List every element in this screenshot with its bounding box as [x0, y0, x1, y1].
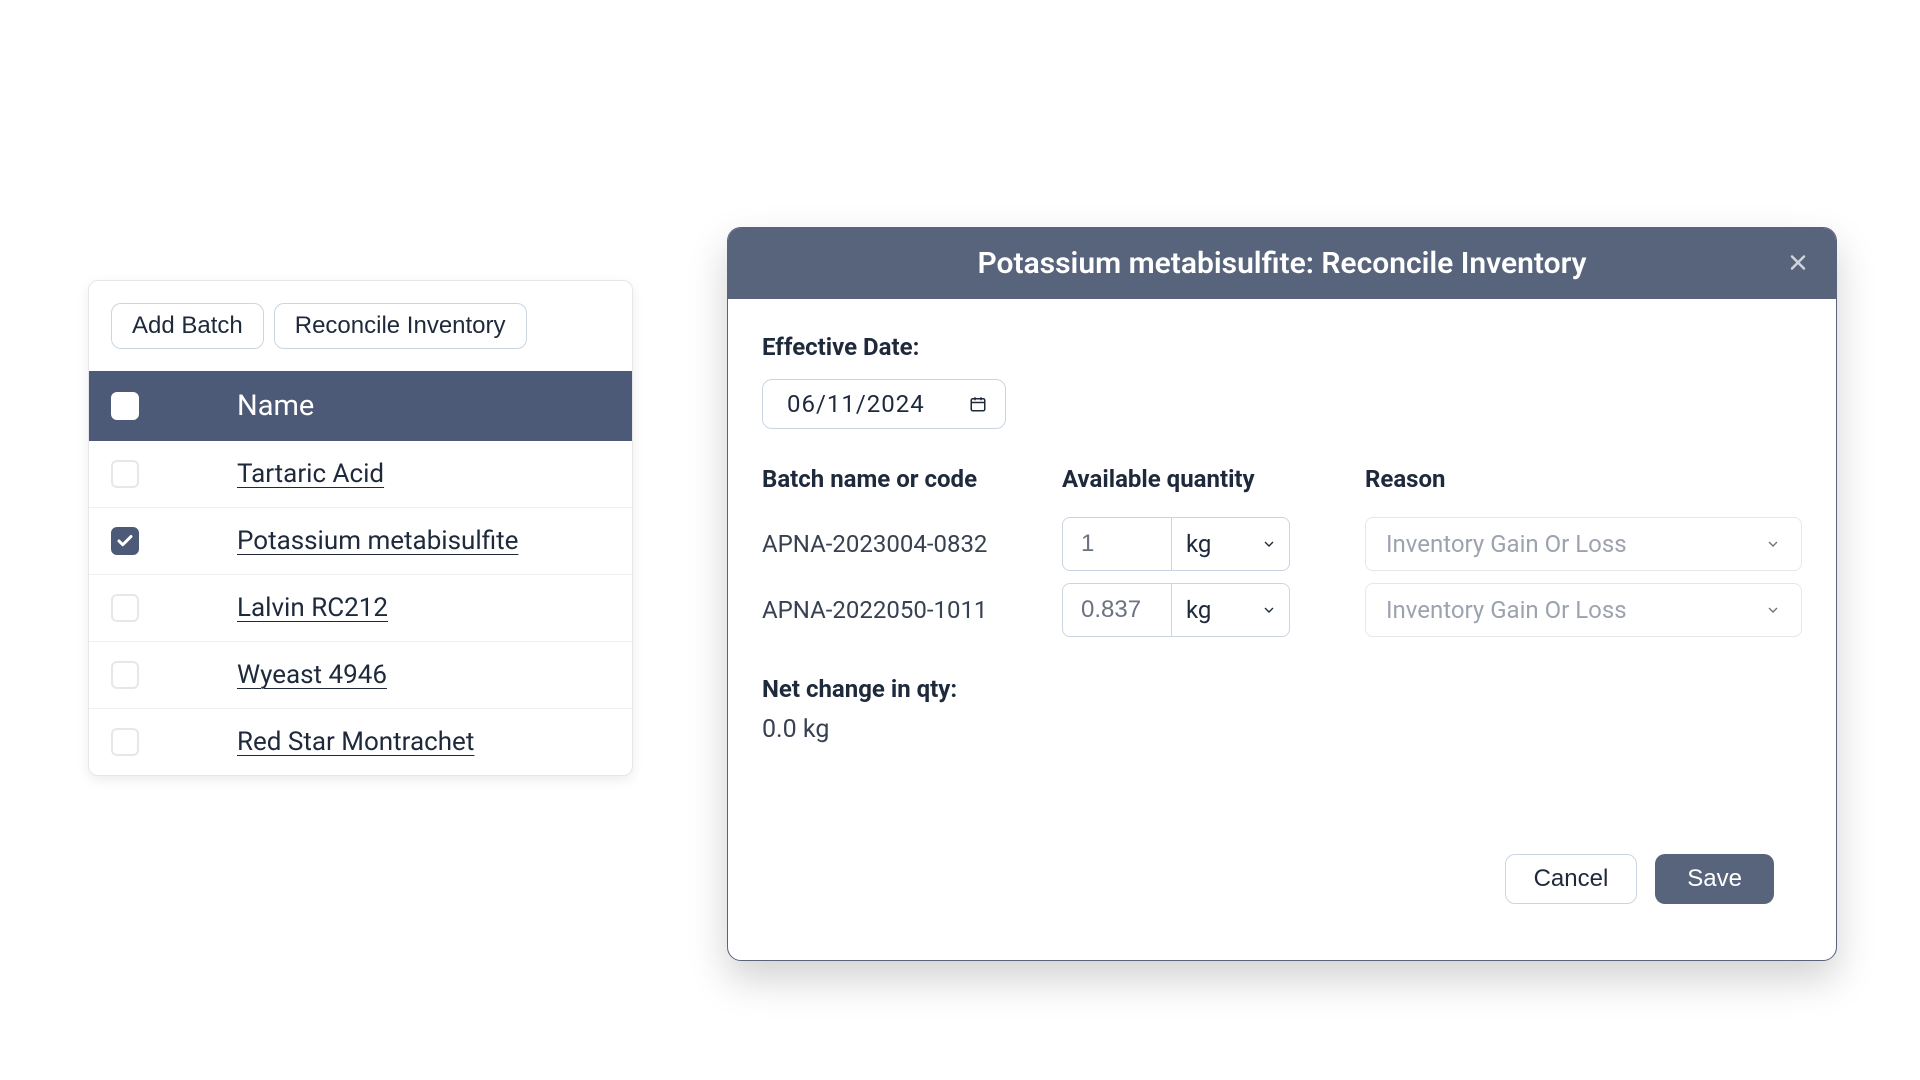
unit-select[interactable]: kg — [1172, 583, 1290, 637]
reason-select[interactable]: Inventory Gain Or Loss — [1365, 583, 1802, 637]
list-item: Red Star Montrachet — [89, 709, 632, 775]
item-name-link[interactable]: Tartaric Acid — [237, 459, 384, 489]
dialog-title: Potassium metabisulfite: Reconcile Inven… — [977, 246, 1586, 281]
column-header-name: Name — [237, 389, 314, 423]
quantity-input[interactable] — [1062, 583, 1172, 637]
column-header-reason: Reason — [1317, 465, 1802, 511]
item-name-link[interactable]: Wyeast 4946 — [237, 660, 387, 690]
list-item: Potassium metabisulfite — [89, 508, 632, 575]
dialog-header: Potassium metabisulfite: Reconcile Inven… — [728, 228, 1836, 299]
column-header-batch: Batch name or code — [762, 465, 1062, 511]
row-checkbox[interactable] — [111, 728, 139, 756]
add-batch-button[interactable]: Add Batch — [111, 303, 264, 349]
row-checkbox[interactable] — [111, 527, 139, 555]
reason-cell: Inventory Gain Or Loss — [1317, 577, 1802, 643]
table-header: Name — [89, 371, 632, 441]
net-change-label: Net change in qty: — [762, 675, 1802, 703]
item-name-link[interactable]: Red Star Montrachet — [237, 727, 474, 757]
select-all-checkbox[interactable] — [111, 392, 139, 420]
unit-select[interactable]: kg — [1172, 517, 1290, 571]
quantity-input[interactable] — [1062, 517, 1172, 571]
dialog-body: Effective Date: 06/11/2024 Batch name or… — [728, 299, 1836, 960]
net-change-section: Net change in qty: 0.0 kg — [762, 675, 1802, 744]
chevron-down-icon — [1261, 602, 1277, 618]
close-button[interactable] — [1782, 246, 1814, 281]
reconcile-dialog: Potassium metabisulfite: Reconcile Inven… — [727, 227, 1837, 961]
calendar-icon — [969, 395, 987, 413]
quantity-cell: kg — [1062, 577, 1317, 643]
inventory-list-panel: Add Batch Reconcile Inventory Name Tarta… — [88, 280, 633, 776]
close-icon — [1786, 250, 1810, 274]
reason-select[interactable]: Inventory Gain Or Loss — [1365, 517, 1802, 571]
item-name-link[interactable]: Potassium metabisulfite — [237, 526, 518, 556]
row-checkbox[interactable] — [111, 594, 139, 622]
chevron-down-icon — [1261, 536, 1277, 552]
dialog-footer: Cancel Save — [762, 854, 1802, 932]
effective-date-label: Effective Date: — [762, 333, 1802, 361]
net-change-value: 0.0 kg — [762, 715, 1802, 744]
row-checkbox[interactable] — [111, 460, 139, 488]
list-item: Lalvin RC212 — [89, 575, 632, 642]
item-name-link[interactable]: Lalvin RC212 — [237, 593, 388, 623]
row-checkbox[interactable] — [111, 661, 139, 689]
chevron-down-icon — [1765, 602, 1781, 618]
reconcile-grid: Batch name or code Available quantity Re… — [762, 465, 1802, 643]
reconcile-inventory-button[interactable]: Reconcile Inventory — [274, 303, 527, 349]
list-item: Wyeast 4946 — [89, 642, 632, 709]
toolbar: Add Batch Reconcile Inventory — [89, 281, 632, 371]
column-header-quantity: Available quantity — [1062, 465, 1317, 511]
effective-date-value: 06/11/2024 — [787, 390, 925, 418]
quantity-cell: kg — [1062, 511, 1317, 577]
save-button[interactable]: Save — [1655, 854, 1774, 904]
batch-code: APNA-2023004-0832 — [762, 511, 1062, 577]
chevron-down-icon — [1765, 536, 1781, 552]
reason-cell: Inventory Gain Or Loss — [1317, 511, 1802, 577]
effective-date-input[interactable]: 06/11/2024 — [762, 379, 1006, 429]
cancel-button[interactable]: Cancel — [1505, 854, 1638, 904]
list-item: Tartaric Acid — [89, 441, 632, 508]
batch-code: APNA-2022050-1011 — [762, 577, 1062, 643]
